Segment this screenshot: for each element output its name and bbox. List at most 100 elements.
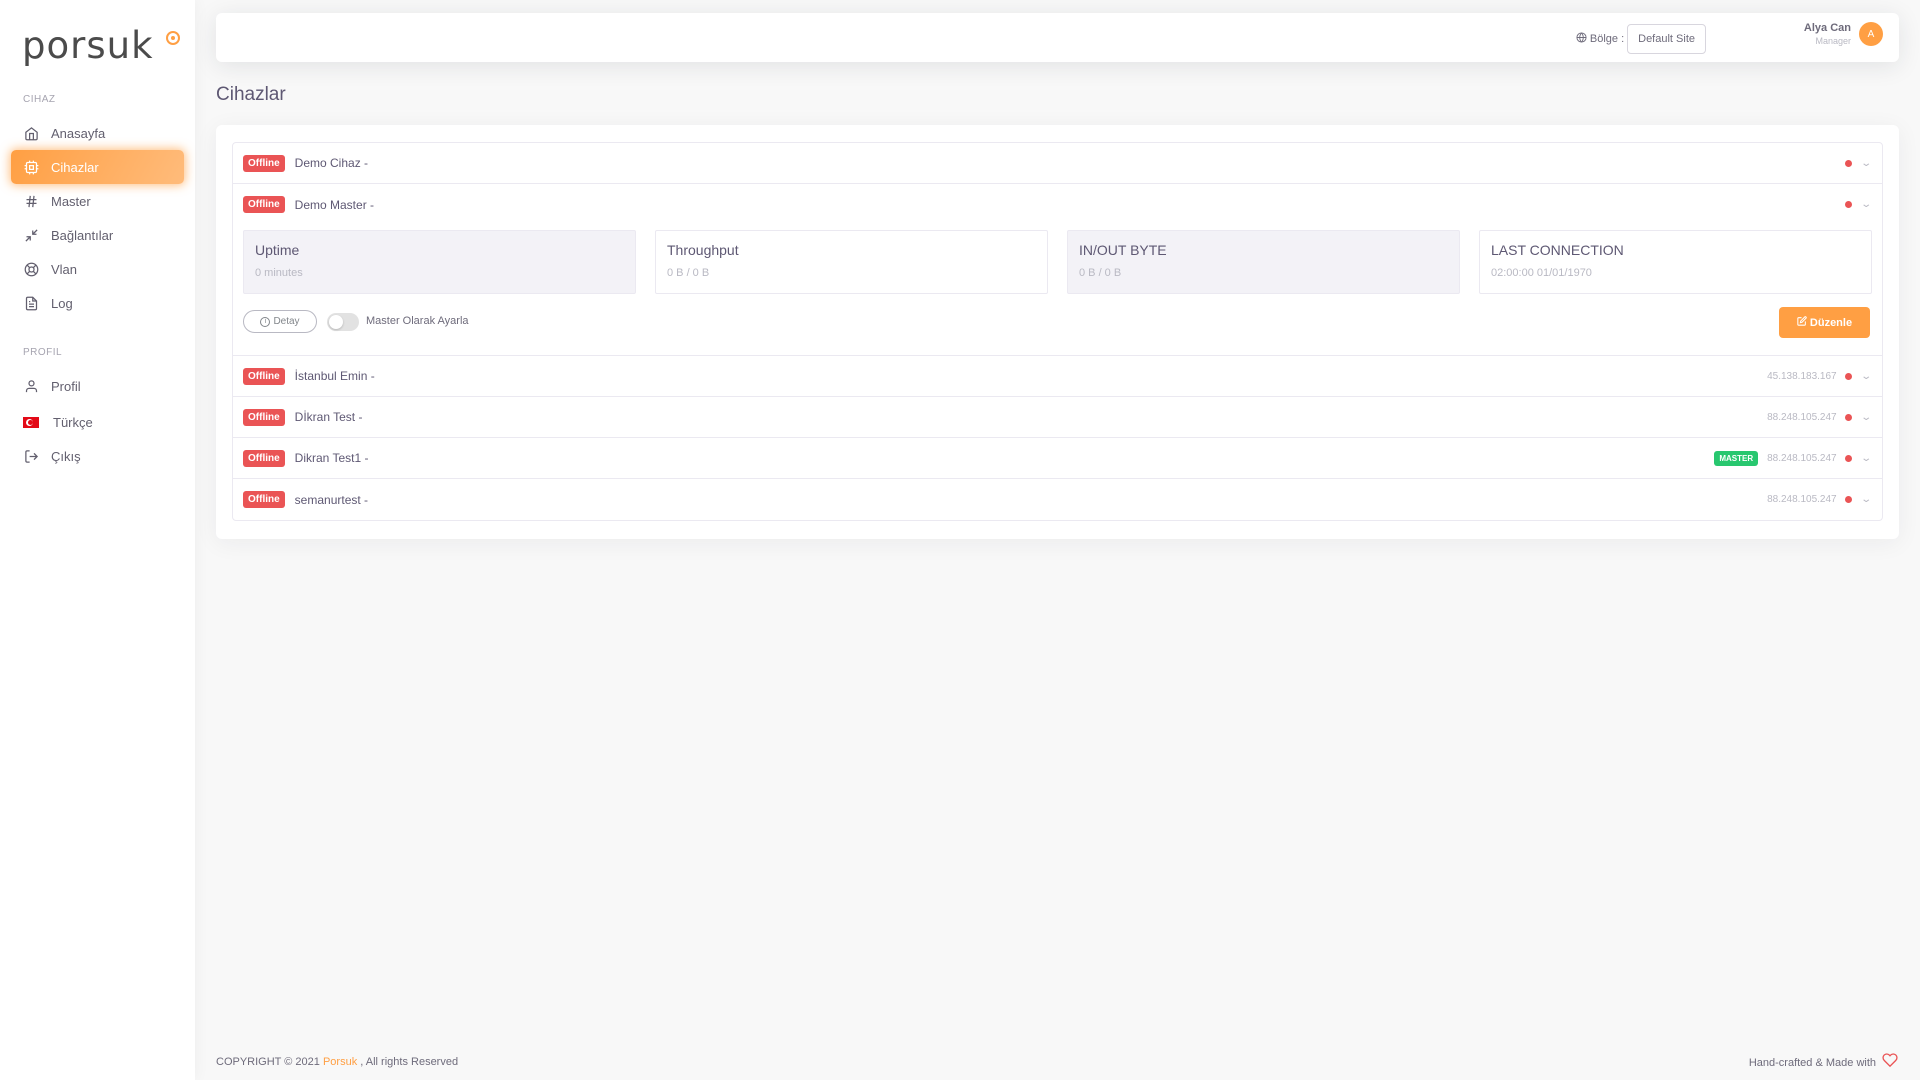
stat-inout-byte: IN/OUT BYTE 0 B / 0 B: [1067, 230, 1460, 294]
sidebar-item-cikis[interactable]: Çıkış: [11, 439, 184, 473]
sidebar-item-label: Log: [51, 295, 73, 311]
status-dot: [1844, 414, 1852, 421]
chevron-down-icon[interactable]: ⌄: [1860, 158, 1872, 169]
sidebar-toggle-icon[interactable]: [166, 31, 180, 45]
sidebar-item-label: Bağlantılar: [51, 227, 114, 243]
device-detail-panel: Uptime 0 minutes Throughput 0 B / 0 B IN…: [233, 225, 1882, 356]
chevron-down-icon[interactable]: ⌄: [1860, 371, 1872, 382]
chevron-down-icon[interactable]: ⌄: [1860, 494, 1872, 505]
stat-title: LAST CONNECTION: [1491, 242, 1624, 258]
status-dot: [1844, 373, 1852, 380]
sidebar-item-label: Çıkış: [51, 448, 81, 464]
device-row[interactable]: Offline Demo Master - ⌄: [233, 184, 1882, 225]
device-row[interactable]: Offline Demo Cihaz - ⌄: [233, 143, 1882, 184]
devices-card: Offline Demo Cihaz - ⌄ Offline Demo Mast…: [216, 125, 1899, 539]
device-name: Demo Cihaz -: [294, 156, 369, 170]
region-selector: Bölge : Default Site: [1576, 24, 1706, 54]
sidebar-item-log[interactable]: Log: [11, 286, 184, 320]
stat-value: 0 minutes: [255, 267, 303, 279]
stat-title: Throughput: [667, 242, 739, 258]
device-name: İstanbul Emin -: [294, 369, 375, 383]
region-label: Bölge :: [1589, 33, 1625, 45]
log-out-icon: [23, 448, 39, 464]
user-icon: [23, 378, 39, 394]
brand-name: porsuk: [22, 24, 154, 67]
sidebar-item-label: Cihazlar: [51, 159, 99, 175]
stat-title: Uptime: [255, 242, 300, 258]
device-name: Dİkran Test -: [294, 410, 363, 424]
sidebar-item-label: Vlan: [51, 261, 78, 277]
copyright-prefix: COPYRIGHT © 2021: [216, 1056, 320, 1068]
home-icon: [23, 125, 39, 141]
avatar[interactable]: A: [1859, 22, 1883, 46]
master-toggle-label: Master Olarak Ayarla: [366, 315, 469, 327]
user-name: Alya Can: [1803, 22, 1851, 34]
edit-button[interactable]: Düzenle: [1779, 307, 1870, 338]
device-row[interactable]: Offline İstanbul Emin - 45.138.183.167 ⌄: [233, 356, 1882, 397]
sidebar-item-label: Anasayfa: [51, 125, 106, 141]
status-badge: Offline: [243, 367, 285, 385]
status-badge: Offline: [243, 449, 285, 467]
device-ip: 45.138.183.167: [1767, 371, 1837, 382]
status-badge: Offline: [243, 491, 285, 508]
user-role: Manager: [1815, 36, 1851, 46]
stat-throughput: Throughput 0 B / 0 B: [655, 230, 1048, 294]
made-with: Hand-crafted & Made with: [1749, 1052, 1898, 1073]
sidebar-item-anasayfa[interactable]: Anasayfa: [11, 116, 184, 150]
brand-logo[interactable]: porsuk: [18, 14, 154, 64]
device-list: Offline Demo Cihaz - ⌄ Offline Demo Mast…: [232, 142, 1883, 521]
made-with-text: Hand-crafted & Made with: [1748, 1056, 1876, 1069]
stat-last-connection: LAST CONNECTION 02:00:00 01/01/1970: [1479, 230, 1872, 294]
device-name: semanurtest -: [294, 492, 369, 507]
detail-button[interactable]: i Detay: [243, 310, 317, 333]
stat-title: IN/OUT BYTE: [1079, 242, 1167, 258]
stat-uptime: Uptime 0 minutes: [243, 230, 636, 294]
sidebar-item-master[interactable]: Master: [11, 184, 184, 218]
copyright-suffix: , All rights Reserved: [360, 1056, 459, 1068]
sidebar-item-baglantilar[interactable]: Bağlantılar: [11, 218, 184, 252]
status-dot: [1844, 160, 1852, 167]
globe-icon: [1576, 32, 1587, 46]
info-icon: i: [260, 316, 271, 327]
hash-icon: [23, 193, 39, 209]
status-badge: Offline: [243, 154, 285, 172]
chevron-down-icon[interactable]: ⌄: [1860, 453, 1872, 464]
device-row[interactable]: Offline semanurtest - 88.248.105.247 ⌄: [233, 479, 1882, 520]
minimize-arrows-icon: [23, 227, 39, 243]
chevron-down-icon[interactable]: ⌄: [1860, 412, 1872, 423]
top-navbar: Bölge : Default Site Alya Can Manager A: [216, 13, 1899, 62]
nav-header-cihaz: CIHAZ: [23, 94, 56, 105]
sidebar-item-vlan[interactable]: Vlan: [11, 252, 184, 286]
edit-button-label: Düzenle: [1809, 316, 1853, 329]
chevron-down-icon[interactable]: ⌄: [1860, 199, 1872, 210]
device-ip: 88.248.105.247: [1767, 453, 1837, 464]
master-toggle[interactable]: [327, 313, 359, 331]
sidebar-item-label: Türkçe: [53, 414, 93, 430]
sidebar-item-cihazlar[interactable]: Cihazlar: [11, 150, 184, 184]
copyright: COPYRIGHT © 2021 Porsuk , All rights Res…: [216, 1056, 458, 1068]
turkey-flag-icon: [23, 416, 39, 428]
life-buoy-icon: [23, 261, 39, 277]
sidebar-item-language[interactable]: Türkçe: [11, 405, 184, 439]
user-menu[interactable]: Alya Can Manager A: [1804, 22, 1883, 46]
status-badge: Offline: [243, 408, 285, 426]
device-ip: 88.248.105.247: [1767, 494, 1837, 505]
file-text-icon: [23, 295, 39, 311]
stat-value: 0 B / 0 B: [667, 267, 710, 279]
nav-header-profil: PROFIL: [23, 347, 63, 358]
detail-button-label: Detay: [273, 316, 300, 327]
master-badge: MASTER: [1714, 451, 1759, 466]
footer-brand-link[interactable]: Porsuk: [323, 1056, 357, 1068]
region-select[interactable]: Default Site: [1627, 24, 1706, 54]
device-row[interactable]: Offline Dikran Test1 - MASTER 88.248.105…: [233, 438, 1882, 479]
stat-value: 02:00:00 01/01/1970: [1491, 267, 1592, 279]
device-name: Dikran Test1 -: [294, 451, 369, 465]
device-ip: 88.248.105.247: [1767, 412, 1837, 423]
stat-value: 0 B / 0 B: [1079, 267, 1122, 279]
sidebar-item-profil[interactable]: Profil: [11, 369, 184, 403]
edit-icon: [1797, 316, 1807, 329]
sidebar: porsuk CIHAZ Anasayfa Cihazlar Master Ba…: [0, 0, 195, 1080]
sidebar-item-label: Master: [51, 193, 91, 209]
status-badge: Offline: [243, 196, 285, 213]
device-row[interactable]: Offline Dİkran Test - 88.248.105.247 ⌄: [233, 397, 1882, 438]
